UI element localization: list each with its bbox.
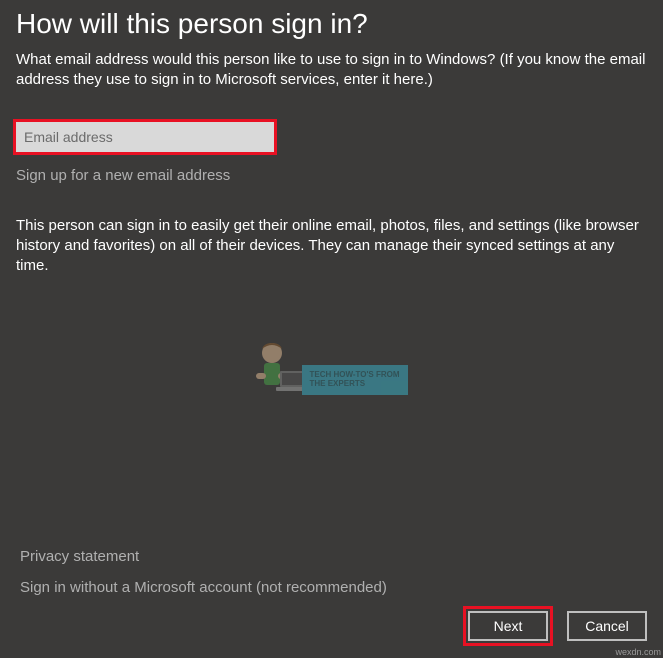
description-text: This person can sign in to easily get th… [16,216,647,277]
signup-new-email-link[interactable]: Sign up for a new email address [16,167,647,184]
privacy-statement-link[interactable]: Privacy statement [20,548,387,565]
next-button[interactable]: Next [468,611,548,641]
next-button-highlight: Next [463,606,553,646]
page-title: How will this person sign in? [16,8,647,40]
cancel-button[interactable]: Cancel [567,611,647,641]
watermark-source-text: wexdn.com [615,647,661,657]
watermark-line2: THE EXPERTS [310,380,400,389]
email-field[interactable] [16,122,274,152]
intro-text: What email address would this person lik… [16,50,647,91]
email-input-highlight [13,119,277,155]
watermark-badge: TECH HOW-TO'S FROM THE EXPERTS [302,365,408,395]
watermark-image: TECH HOW-TO'S FROM THE EXPERTS [242,330,422,410]
sign-in-without-ms-link[interactable]: Sign in without a Microsoft account (not… [20,579,387,596]
